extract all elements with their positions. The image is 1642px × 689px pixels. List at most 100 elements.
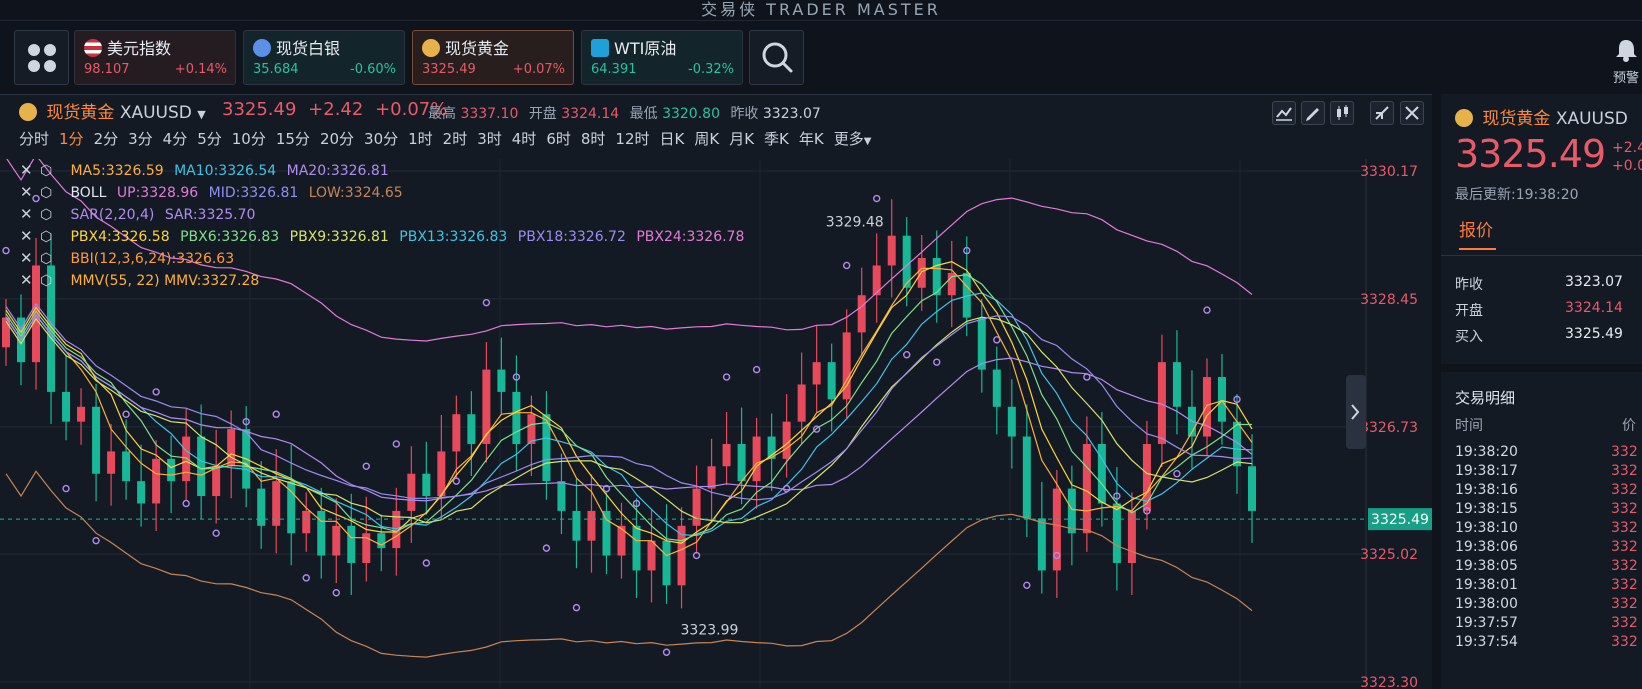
boll-indicator-row: ✕ ⬡ BOLL UP:3328.96 MID:3326.81 LOW:3324.… (20, 183, 409, 201)
sar-dot (542, 544, 551, 552)
candle-body (722, 443, 731, 467)
candle-body (317, 510, 326, 556)
ticker-price: 35.684 (253, 62, 299, 77)
alert-button[interactable]: 预警 (1611, 36, 1642, 86)
ticker-name: 现货白银 (276, 39, 341, 58)
chart-change: +2.42 (308, 99, 364, 120)
timeframe-tab[interactable]: 4时 (512, 130, 537, 148)
settings-icon[interactable]: ⬡ (40, 185, 60, 201)
settings-icon[interactable]: ⬡ (40, 229, 60, 245)
timeframe-tab[interactable]: 日K (660, 130, 685, 148)
settings-icon[interactable]: ⬡ (40, 163, 60, 179)
chart-symbol[interactable]: 现货黄金 XAUUSD ▼ (19, 98, 206, 123)
timeframe-tab[interactable]: 3分 (128, 130, 153, 148)
ticker-price: 64.391 (591, 62, 637, 77)
timeframe-tab[interactable]: 分时 (19, 130, 49, 148)
ma5-value: MA5:3326.59 (70, 163, 164, 179)
quote-price: 3325.49 (1455, 132, 1606, 176)
settings-icon[interactable]: ⬡ (40, 207, 60, 223)
timeframe-tab[interactable]: 15分 (276, 130, 310, 148)
panel-toggle-handle[interactable] (1346, 375, 1366, 449)
candle-body (1172, 362, 1181, 407)
sar-dot (362, 462, 370, 470)
timeframe-tab[interactable]: 10分 (232, 130, 266, 148)
candle-body (707, 466, 716, 489)
open-value: 3324.14 (561, 106, 620, 122)
candle-body (302, 510, 311, 534)
remove-icon[interactable]: ✕ (20, 249, 34, 267)
indicator-tool-button[interactable] (1330, 101, 1354, 125)
close-button[interactable] (1400, 101, 1424, 125)
candle-body (1067, 488, 1076, 534)
trade-price: 332 (1611, 482, 1638, 498)
timeframe-tab[interactable]: 20分 (320, 130, 354, 148)
quote-value: 3324.14 (1565, 300, 1623, 316)
panel-toggle[interactable] (1346, 375, 1366, 449)
remove-icon[interactable]: ✕ (20, 271, 34, 289)
timeframe-tab[interactable]: 季K (764, 130, 789, 148)
timeframe-tab[interactable]: 5分 (197, 130, 222, 148)
timeframe-tab[interactable]: 6时 (546, 130, 571, 148)
candle-body (1037, 518, 1046, 571)
menu-icon-dot (44, 60, 56, 72)
timeframe-tab[interactable]: 2分 (94, 130, 119, 148)
settings-icon[interactable]: ⬡ (40, 251, 60, 267)
timeframe-tab[interactable]: 4分 (163, 130, 188, 148)
candle-body (137, 481, 146, 504)
ticker-name: 美元指数 (107, 39, 172, 58)
ticker-card-usd[interactable]: 美元指数 98.107 +0.14% (74, 30, 236, 85)
draw-tool-button[interactable] (1301, 101, 1325, 125)
ticker-price: 3325.49 (422, 62, 476, 77)
remove-icon[interactable]: ✕ (20, 183, 34, 201)
timeframe-tab[interactable]: 年K (799, 130, 824, 148)
timeframe-tab[interactable]: 月K (729, 130, 754, 148)
low-label: 最低 (629, 106, 658, 122)
line-tool-button[interactable] (1272, 101, 1296, 125)
candle-body (452, 414, 461, 452)
timeframe-tab[interactable]: 周K (694, 130, 719, 148)
timeframe-tab[interactable]: 2时 (443, 130, 468, 148)
timeframe-tab[interactable]: 3时 (477, 130, 502, 148)
quote-symbol: 现货黄金 XAUUSD (1455, 104, 1628, 129)
trade-time: 19:37:54 (1455, 634, 1518, 650)
remove-icon[interactable]: ✕ (20, 227, 34, 245)
trade-price: 332 (1611, 444, 1638, 460)
menu-button[interactable] (14, 30, 69, 85)
tab-quote[interactable]: 报价 (1459, 216, 1493, 241)
timeframe-tab[interactable]: 1时 (408, 130, 433, 148)
quote-code: XAUUSD (1555, 109, 1628, 129)
pbx18-value: PBX18:3326.72 (517, 229, 626, 245)
ticker-card-silver[interactable]: 现货白银 35.684 -0.60% (243, 30, 405, 85)
candle-body (77, 406, 86, 422)
pbx13-value: PBX13:3326.83 (399, 229, 508, 245)
ticker-card-gold[interactable]: 现货黄金 3325.49 +0.07% (412, 30, 574, 85)
bbi-indicator-row: ✕ ⬡ BBI(12,3,6,24):3326.63 (20, 249, 240, 267)
timeframe-tab[interactable]: 8时 (581, 130, 606, 148)
candle-body (812, 362, 821, 385)
timeframe-tab[interactable]: 12时 (615, 130, 649, 148)
sar-dot (2, 246, 10, 255)
timeframe-tab[interactable]: 30分 (364, 130, 398, 148)
divider (1441, 255, 1642, 256)
candle-icon (1337, 105, 1348, 120)
y-tick-label: 3330.17 (1360, 164, 1418, 180)
sar-dot (662, 648, 671, 656)
timeframe-tab[interactable]: 1分 (59, 130, 84, 148)
candle-body (467, 414, 476, 444)
app-window: 交易侠 TRADER MASTER 美元指数 98.107 +0.14% 现货白… (0, 0, 1642, 689)
search-button[interactable] (749, 30, 804, 85)
sar-dot (903, 351, 911, 359)
sar-dot (692, 551, 701, 560)
ticker-card-oil[interactable]: WTI原油 64.391 -0.32% (581, 30, 743, 85)
trade-price: 332 (1611, 558, 1638, 574)
candle-body (587, 510, 596, 541)
sar-dot (572, 603, 581, 612)
remove-icon[interactable]: ✕ (20, 161, 34, 179)
ticker-change: +0.07% (512, 62, 565, 77)
remove-icon[interactable]: ✕ (20, 205, 34, 223)
collapse-button[interactable] (1370, 101, 1394, 125)
trade-time: 19:38:01 (1455, 577, 1518, 593)
timeframe-tab[interactable]: 更多 (834, 130, 864, 148)
settings-icon[interactable]: ⬡ (40, 273, 60, 289)
pbx9-value: PBX9:3326.81 (289, 229, 389, 245)
